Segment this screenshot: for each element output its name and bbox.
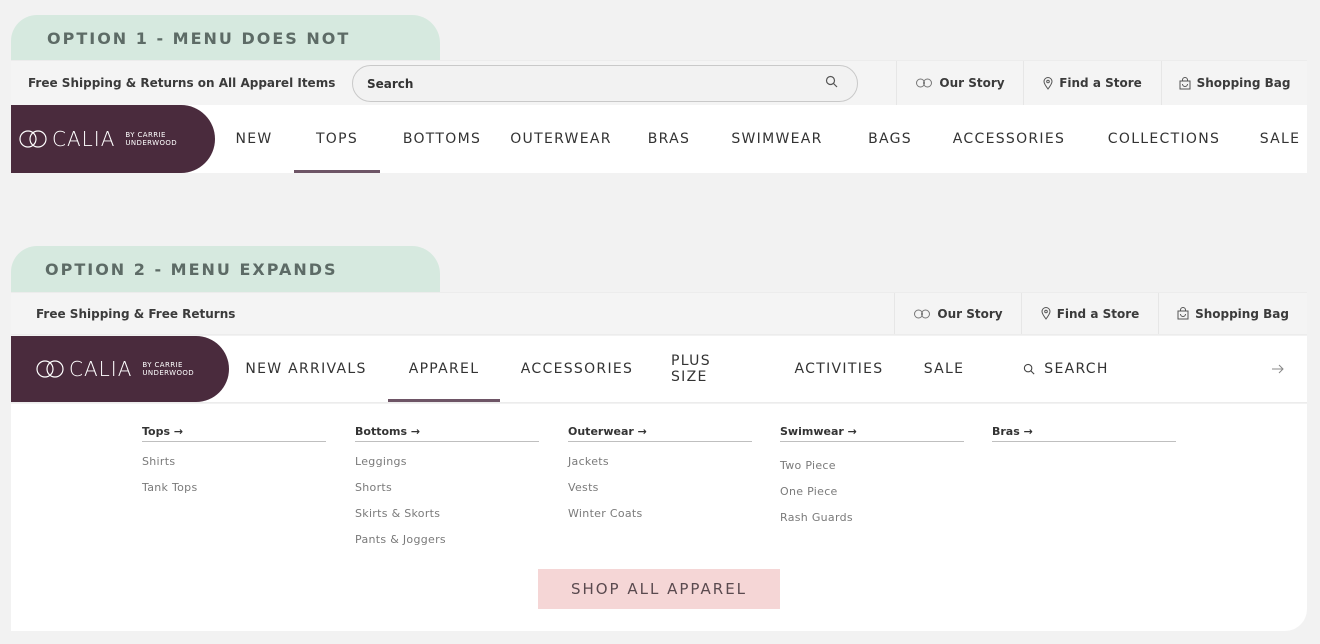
mega-heading-bottoms[interactable]: Bottoms →	[355, 425, 539, 442]
infinity-icon	[916, 78, 933, 88]
logo-tagline-2: UNDERWOOD	[142, 369, 195, 377]
our-story-label: Our Story	[937, 306, 1003, 321]
promo-text: Free Shipping & Returns on All Apparel I…	[28, 76, 336, 90]
nav-bras[interactable]: BRAS	[641, 105, 697, 173]
promo-text: Free Shipping & Free Returns	[36, 306, 236, 321]
logo-tagline-1: BY CARRIE	[142, 361, 183, 369]
mega-menu: Tops → Shirts Tank Tops Bottoms → Leggin…	[11, 404, 1307, 631]
mega-link[interactable]: Skirts & Skorts	[355, 507, 440, 520]
nav-outerwear[interactable]: OUTERWEAR	[508, 105, 614, 173]
nav-plus-size[interactable]: PLUS SIZE	[671, 336, 751, 402]
calia-logo-mark	[19, 130, 47, 148]
logo-tagline-1: BY CARRIE	[125, 131, 166, 139]
logo-tagline-2: UNDERWOOD	[125, 139, 178, 147]
search-input[interactable]: Search	[352, 65, 858, 102]
mega-link[interactable]: Jackets	[568, 455, 609, 468]
nav-tops[interactable]: TOPS	[294, 105, 380, 173]
nav-new[interactable]: NEW	[227, 105, 281, 173]
main-nav: CALIA BY CARRIE UNDERWOOD NEW TOPS BOTTO…	[11, 105, 1307, 173]
logo-wordmark: CALIA	[69, 357, 133, 381]
our-story-label: Our Story	[939, 76, 1005, 90]
utility-bar: Free Shipping & Free Returns Our Story F…	[11, 292, 1307, 335]
nav-swimwear[interactable]: SWIMWEAR	[724, 105, 830, 173]
mega-link[interactable]: Rash Guards	[780, 511, 853, 524]
calia-logo[interactable]: CALIA BY CARRIE UNDERWOOD	[11, 105, 215, 173]
find-store-label: Find a Store	[1056, 306, 1140, 321]
location-pin-icon	[1041, 307, 1051, 320]
find-store-link[interactable]: Find a Store	[1023, 61, 1161, 105]
nav-search[interactable]: SEARCH	[1021, 336, 1111, 402]
mega-link[interactable]: Vests	[568, 481, 599, 494]
nav-bottoms[interactable]: BOTTOMS	[400, 105, 484, 173]
mega-link[interactable]: Pants & Joggers	[355, 533, 446, 546]
calia-logo-mark	[36, 360, 64, 378]
shop-all-apparel-button[interactable]: SHOP ALL APPAREL	[538, 569, 780, 609]
mega-link[interactable]: Two Piece	[780, 459, 836, 472]
shopping-bag-icon	[1179, 76, 1191, 89]
find-store-label: Find a Store	[1059, 76, 1142, 90]
nav-apparel[interactable]: APPAREL	[388, 336, 500, 402]
nav-collections[interactable]: COLLECTIONS	[1104, 105, 1224, 173]
find-store-link[interactable]: Find a Store	[1021, 293, 1158, 334]
location-pin-icon	[1043, 76, 1053, 90]
shopping-bag-link[interactable]: Shopping Bag	[1161, 61, 1307, 105]
option-1-heading: OPTION 1 - MENU DOES NOT EXPAND	[11, 15, 440, 95]
shopping-bag-link[interactable]: Shopping Bag	[1158, 293, 1307, 334]
search-icon[interactable]	[825, 75, 839, 89]
nav-sale[interactable]: SALE	[1255, 105, 1305, 173]
shopping-bag-label: Shopping Bag	[1196, 76, 1291, 90]
main-nav: CALIA BY CARRIE UNDERWOOD NEW ARRIVALS A…	[11, 336, 1307, 403]
nav-new-arrivals[interactable]: NEW ARRIVALS	[243, 336, 369, 402]
nav-search-label: SEARCH	[1044, 361, 1109, 377]
nav-accessories[interactable]: ACCESSORIES	[521, 336, 633, 402]
nav-activities[interactable]: ACTIVITIES	[794, 336, 884, 402]
logo-tagline: BY CARRIE UNDERWOOD	[125, 131, 177, 147]
mega-link[interactable]: Shirts	[142, 455, 175, 468]
arrow-right-icon[interactable]	[1271, 362, 1285, 376]
nav-sale[interactable]: SALE	[921, 336, 967, 402]
calia-logo[interactable]: CALIA BY CARRIE UNDERWOOD	[11, 336, 229, 402]
our-story-link[interactable]: Our Story	[896, 61, 1023, 105]
mega-link[interactable]: Tank Tops	[142, 481, 197, 494]
mega-link[interactable]: Winter Coats	[568, 507, 643, 520]
search-icon	[1024, 363, 1035, 375]
mega-heading-outerwear[interactable]: Outerwear →	[568, 425, 752, 442]
nav-accessories[interactable]: ACCESSORIES	[949, 105, 1069, 173]
option-2-heading: OPTION 2 - MENU EXPANDS	[11, 246, 440, 292]
utility-bar: Free Shipping & Returns on All Apparel I…	[11, 60, 1307, 105]
logo-tagline: BY CARRIE UNDERWOOD	[142, 361, 194, 377]
mega-heading-tops[interactable]: Tops →	[142, 425, 326, 442]
infinity-icon	[914, 309, 931, 318]
mega-link[interactable]: One Piece	[780, 485, 838, 498]
logo-wordmark: CALIA	[52, 127, 116, 151]
mega-link[interactable]: Shorts	[355, 481, 392, 494]
mega-heading-swimwear[interactable]: Swimwear →	[780, 425, 964, 442]
mega-link[interactable]: Leggings	[355, 455, 407, 468]
shopping-bag-icon	[1177, 307, 1189, 320]
shopping-bag-label: Shopping Bag	[1195, 306, 1289, 321]
our-story-link[interactable]: Our Story	[894, 293, 1021, 334]
search-placeholder: Search	[367, 76, 414, 91]
nav-bags[interactable]: BAGS	[860, 105, 920, 173]
mega-heading-bras[interactable]: Bras →	[992, 425, 1176, 442]
